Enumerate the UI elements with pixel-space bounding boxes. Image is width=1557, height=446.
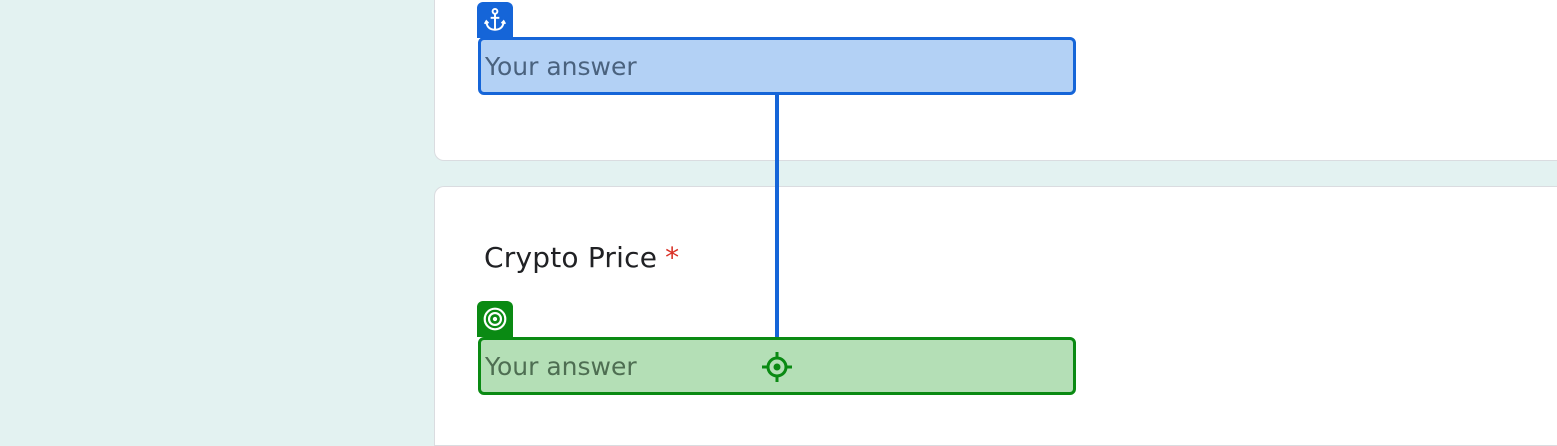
target-badge	[477, 301, 513, 337]
target-icon	[483, 307, 507, 331]
anchor-icon	[483, 7, 507, 31]
question-title: Crypto Price *	[484, 241, 679, 274]
crosshair-icon	[762, 352, 792, 382]
drag-connector-line	[775, 95, 779, 338]
previous-answer-placeholder: Your answer	[485, 51, 637, 81]
question-title-text: Crypto Price	[484, 241, 658, 274]
anchor-badge	[477, 2, 513, 38]
crypto-price-answer-placeholder: Your answer	[485, 351, 637, 381]
required-asterisk: *	[665, 241, 680, 274]
question-card-crypto-price	[434, 186, 1557, 446]
previous-answer-input[interactable]: Your answer	[478, 37, 1076, 95]
